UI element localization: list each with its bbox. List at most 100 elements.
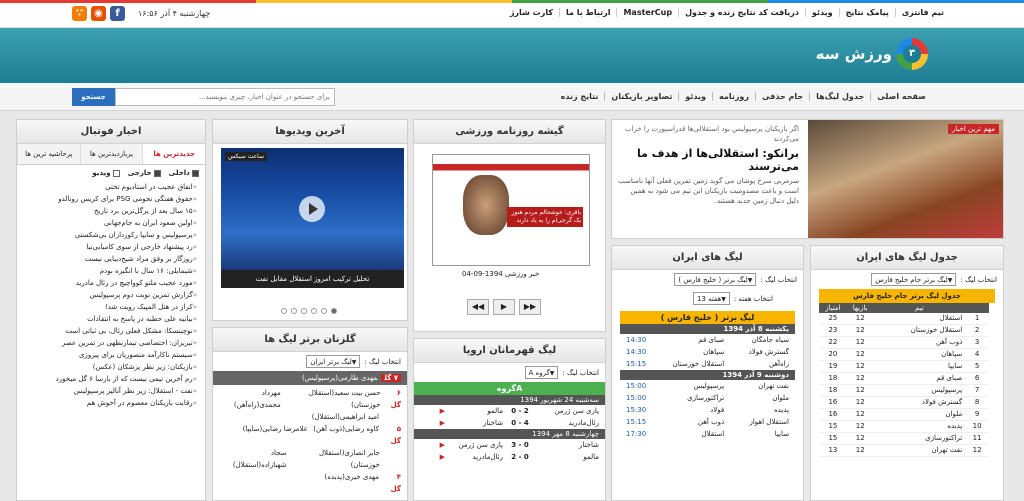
fixture-row[interactable]: سیاه جامگان صبای قم 14:30 — [620, 334, 795, 346]
standings-row[interactable]: 7 پرسپولیس 12 18 — [819, 384, 989, 397]
news-item[interactable]: گزارش تمرین نوبت دوم پرسپولیس — [25, 289, 197, 301]
news-item[interactable]: نفت - استقلال: زیر نظر آنالیز پرسپولیس — [25, 385, 197, 397]
fixture-row[interactable]: نفت تهران پرسپولیس 15:00 — [620, 380, 795, 392]
news-item[interactable]: رد پیشنهاد خارجی از سوی کامیابی‌نیا — [25, 241, 197, 253]
checkbox-video[interactable] — [112, 169, 120, 177]
tab-most-controversial[interactable]: پرحاشیه ترین ها — [17, 144, 80, 164]
nav-league-tables[interactable]: جدول لیگ‌ها — [809, 92, 870, 101]
team-name[interactable]: تراکتورسازی — [873, 432, 966, 445]
news-item[interactable]: بازیکنان: زیر نظر پزشکان (عکس) — [25, 361, 197, 373]
news-item[interactable]: رم آخرین تیمی نیست که از بارسا ۶ گل میخو… — [25, 373, 197, 385]
facebook-icon[interactable]: f — [110, 6, 125, 21]
scorer-name[interactable]: مهدی خیری(پدیده) — [324, 471, 379, 495]
news-item[interactable]: کراز در هتل المپیک رویت شد! — [25, 301, 197, 313]
instagram-icon[interactable]: ◉ — [91, 6, 106, 21]
featured-image[interactable]: مهم ترین اخبار — [808, 120, 1003, 238]
video-caption[interactable]: تحلیل ترکیب امروز استقلال مقابل نفت — [221, 270, 404, 288]
news-item[interactable]: مورد عجیب ملتو کوواچیچ در رئال مادرید — [25, 277, 197, 289]
filter-domestic[interactable]: داخلی — [169, 169, 199, 177]
video-icon[interactable]: ▶ — [440, 405, 445, 417]
scorer-name[interactable]: حسن بیت سعید(استقلال خوزستان) — [287, 387, 381, 411]
standings-row[interactable]: 2 استقلال خوزستان 12 23 — [819, 324, 989, 337]
scorer-name[interactable]: غلامرضا رضایی(سایپا) — [243, 423, 308, 447]
standings-row[interactable]: 6 صبای قم 12 18 — [819, 372, 989, 385]
top-nav-video[interactable]: ویدئو — [804, 8, 839, 17]
next-icon[interactable]: ▶▶ — [519, 299, 541, 315]
match-row[interactable]: رئال‌مادرید 4 - 0 شاختار ▶ — [414, 417, 605, 429]
featured-title[interactable]: برانکو: استقلالی‌ها از هدف ما می‌ترسند — [616, 147, 799, 173]
team-name[interactable]: ذوب آهن — [873, 336, 966, 349]
standings-row[interactable]: 1 استقلال 12 25 — [819, 313, 989, 325]
team-name[interactable]: پرسپولیس — [873, 384, 966, 397]
checkbox-foreign[interactable] — [153, 169, 161, 177]
top-nav-contact[interactable]: ارتباط با ما — [558, 8, 616, 17]
news-item[interactable]: اتفاق عجیب در استادیوم تختی — [25, 181, 197, 193]
nav-live-results[interactable]: نتایج زنده — [555, 92, 605, 101]
news-item[interactable]: شیمایلی: ۱۶ سال با انگیزه بودم — [25, 265, 197, 277]
fixture-row[interactable]: ملوان تراکتورسازی 15:00 — [620, 392, 795, 404]
news-item[interactable]: حقوق هفتگی نجومی PSG برای کریس رونالدو — [25, 193, 197, 205]
match-row[interactable]: مالمو 0 - 2 رئال‌مادرید ▶ — [414, 451, 605, 463]
news-item[interactable]: رقابت بازیکنان معصوم در آخوش هم — [25, 397, 197, 409]
scorer-name[interactable]: کاوه رضایی(ذوب آهن) — [313, 423, 379, 447]
scorer-name[interactable]: امید ابراهیمی(استقلال) — [312, 411, 379, 423]
standings-row[interactable]: 5 سایپا 12 19 — [819, 360, 989, 373]
filter-video[interactable]: ویدیو — [92, 169, 120, 177]
fixture-row[interactable]: پدیده فولاد 15:30 — [620, 404, 795, 416]
prev-icon[interactable]: ◀◀ — [467, 299, 489, 315]
team-name[interactable]: استقلال خوزستان — [873, 324, 966, 337]
news-item[interactable]: پرسپولیس و سایپا رکورداران بی‌شکستی — [25, 229, 197, 241]
slide-dot[interactable] — [311, 308, 317, 314]
search-button[interactable]: جستجو — [72, 88, 115, 106]
fixture-row[interactable]: گسترش فولاد سپاهان 14:30 — [620, 346, 795, 358]
top-nav-sms[interactable]: پیامک نتایج — [838, 8, 895, 17]
news-item[interactable]: بیانیه علی حطبه در پاسخ به انتقادات — [25, 313, 197, 325]
scorers-league-select[interactable]: لیگ برتر ایران — [306, 355, 361, 368]
news-item[interactable]: ۱۵ سال بعد از پرگل‌ترین برد تاریخ — [25, 205, 197, 217]
news-item[interactable]: روزگار بر وفق مراد شیخ‌دیبایی نیست — [25, 253, 197, 265]
standings-row[interactable]: 11 تراکتورسازی 12 15 — [819, 432, 989, 445]
europe-group-select[interactable]: گروه A — [524, 366, 559, 379]
filter-foreign[interactable]: خارجی — [128, 169, 161, 177]
iran-league-select[interactable]: لیگ برتر ( خلیج فارس ) — [674, 273, 757, 286]
standings-row[interactable]: 9 ملوان 12 16 — [819, 408, 989, 421]
standings-row[interactable]: 3 ذوب آهن 12 22 — [819, 336, 989, 349]
team-name[interactable]: نفت تهران — [873, 444, 966, 457]
play-icon[interactable] — [299, 196, 325, 222]
site-logo[interactable]: ۳ ورزش سه — [816, 38, 928, 70]
standings-row[interactable]: 4 سپاهان 12 20 — [819, 348, 989, 361]
top-nav-mastercup[interactable]: MasterCup — [616, 8, 678, 17]
nav-newspaper[interactable]: روزنامه — [712, 92, 755, 101]
video-icon[interactable]: ▶ — [440, 451, 445, 463]
slide-dot[interactable] — [301, 308, 307, 314]
fixture-row[interactable]: استقلال اهواز ذوب آهن 15:15 — [620, 416, 795, 428]
fixture-row[interactable]: سایپا استقلال 17:30 — [620, 428, 795, 440]
fixture-row[interactable]: راه‌آهن استقلال خوزستان 15:15 — [620, 358, 795, 370]
nav-player-images[interactable]: تصاویر بازیکنان — [604, 92, 678, 101]
slide-dot[interactable] — [331, 308, 337, 314]
news-item[interactable]: اولین صعود ایران به جام‌جهانی — [25, 217, 197, 229]
scorer-name[interactable]: جابر انصاری(استقلال خوزستان) — [293, 447, 380, 471]
slide-dot[interactable] — [281, 308, 287, 314]
team-name[interactable]: استقلال — [873, 313, 966, 325]
tab-newest[interactable]: جدیدترین ها — [142, 144, 205, 164]
team-name[interactable]: صبای قم — [873, 372, 966, 385]
team-name[interactable]: سایپا — [873, 360, 966, 373]
standings-row[interactable]: 8 گسترش فولاد 12 16 — [819, 396, 989, 409]
news-item[interactable]: سیستم ناکارآمد منصوریان برای پیروزی — [25, 349, 197, 361]
slide-dot[interactable] — [291, 308, 297, 314]
leader-name[interactable]: مهدی طارمی(پرسپولیس) — [302, 374, 377, 382]
news-item[interactable]: تبریزان: اختصاصی تیمارنظهی در تمرین عصر — [25, 337, 197, 349]
standings-row[interactable]: 10 پدیده 12 15 — [819, 420, 989, 433]
nav-home[interactable]: صفحه اصلی — [870, 92, 932, 101]
video-icon[interactable]: ▶ — [440, 439, 445, 451]
week-select[interactable]: هفته 13 — [692, 292, 730, 305]
team-name[interactable]: پدیده — [873, 420, 966, 433]
team-name[interactable]: سپاهان — [873, 348, 966, 361]
top-nav-charge[interactable]: کارت شارژ — [504, 8, 559, 17]
rss-icon[interactable]: ∵ — [72, 6, 87, 21]
video-thumbnail[interactable]: ساعت سیکس — [221, 148, 404, 270]
video-icon[interactable]: ▶ — [440, 417, 445, 429]
team-name[interactable]: گسترش فولاد — [873, 396, 966, 409]
match-row[interactable]: شاختار 0 - 3 پاری سن ژرمن ▶ — [414, 439, 605, 451]
